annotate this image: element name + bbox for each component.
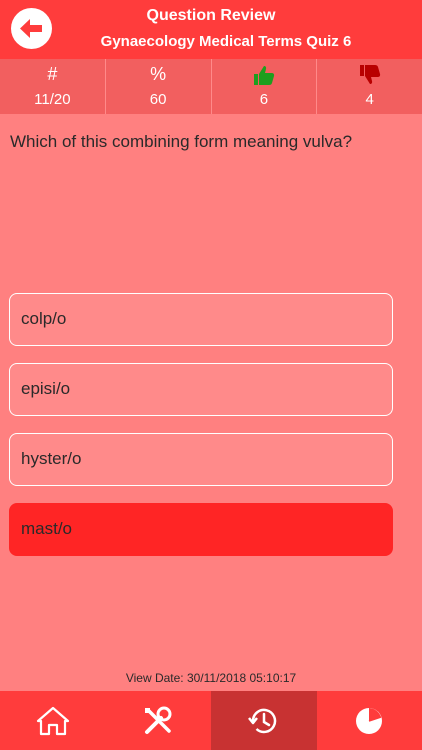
tools-icon [145, 706, 172, 734]
thumbs-down-icon [359, 65, 380, 84]
pie-chart-icon [356, 707, 383, 734]
quiz-subtitle: Gynaecology Medical Terms Quiz 6 [100, 33, 352, 50]
question-progress: 11/20 [34, 91, 71, 108]
header-bar: Question Review Gynaecology Medical Term… [0, 0, 422, 59]
answer-option[interactable]: hyster/o [9, 433, 393, 486]
stat-percentage: % 60 [106, 59, 212, 114]
stat-correct: 6 [212, 59, 318, 114]
incorrect-count: 4 [365, 91, 374, 108]
question-text: Which of this combining form meaning vul… [10, 132, 353, 151]
back-button[interactable] [11, 8, 52, 49]
percent-symbol: % [150, 64, 167, 84]
answer-option-label: episi/o [21, 379, 71, 398]
tab-tools[interactable] [106, 691, 212, 750]
page-title: Question Review [146, 7, 276, 24]
tab-home[interactable] [0, 691, 106, 750]
score-percentage: 60 [149, 91, 167, 108]
view-date: View Date: 30/11/2018 05:10:17 [125, 671, 297, 685]
back-arrow-icon [20, 19, 42, 38]
stat-question-number: # 11/20 [0, 59, 106, 114]
tab-history[interactable] [211, 691, 317, 750]
home-icon [36, 706, 69, 735]
answer-option-label: mast/o [21, 519, 73, 538]
correct-count: 6 [259, 91, 269, 108]
tab-statistics[interactable] [317, 691, 422, 750]
answer-option[interactable]: episi/o [9, 363, 393, 416]
thumbs-up-icon [253, 66, 275, 85]
tab-bar [0, 691, 422, 750]
stat-incorrect: 4 [317, 59, 422, 114]
stats-bar: # 11/20 % 60 6 4 [0, 59, 422, 114]
answer-option-label: hyster/o [21, 449, 82, 468]
answer-option[interactable]: colp/o [9, 293, 393, 346]
answer-option-selected[interactable]: mast/o [9, 503, 393, 556]
history-icon [247, 708, 276, 733]
answer-option-label: colp/o [21, 309, 67, 328]
hash-symbol: # [47, 64, 58, 84]
